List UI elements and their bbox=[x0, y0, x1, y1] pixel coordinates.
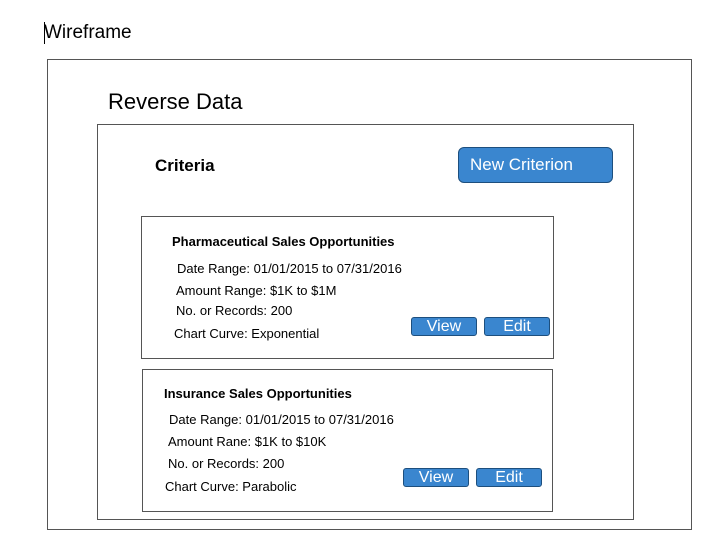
edit-button[interactable]: Edit bbox=[476, 468, 542, 487]
text-caret bbox=[44, 22, 45, 44]
criterion-date-range: Date Range: 01/01/2015 to 07/31/2016 bbox=[177, 261, 402, 276]
criterion-records: No. or Records: 200 bbox=[168, 456, 285, 471]
criteria-heading: Criteria bbox=[155, 156, 215, 175]
criterion-records: No. or Records: 200 bbox=[176, 303, 293, 318]
new-criterion-button[interactable]: New Criterion bbox=[458, 147, 613, 183]
criterion-card: Insurance Sales Opportunities Date Range… bbox=[142, 369, 553, 512]
criterion-title: Insurance Sales Opportunities bbox=[164, 386, 352, 401]
criterion-card: Pharmaceutical Sales Opportunities Date … bbox=[141, 216, 554, 359]
criterion-amount-range: Amount Rane: $1K to $10K bbox=[168, 434, 327, 449]
document-title-text: Wireframe bbox=[44, 22, 132, 43]
criterion-title: Pharmaceutical Sales Opportunities bbox=[172, 234, 395, 249]
criterion-chart-curve: Chart Curve: Exponential bbox=[174, 326, 320, 341]
view-button[interactable]: View bbox=[411, 317, 477, 336]
criterion-chart-curve: Chart Curve: Parabolic bbox=[165, 479, 297, 494]
page-title: Reverse Data bbox=[108, 89, 243, 114]
document-title[interactable]: Wireframe bbox=[44, 22, 132, 44]
view-button[interactable]: View bbox=[403, 468, 469, 487]
criterion-amount-range: Amount Range: $1K to $1M bbox=[176, 283, 337, 298]
criterion-date-range: Date Range: 01/01/2015 to 07/31/2016 bbox=[169, 412, 394, 427]
edit-button[interactable]: Edit bbox=[484, 317, 550, 336]
